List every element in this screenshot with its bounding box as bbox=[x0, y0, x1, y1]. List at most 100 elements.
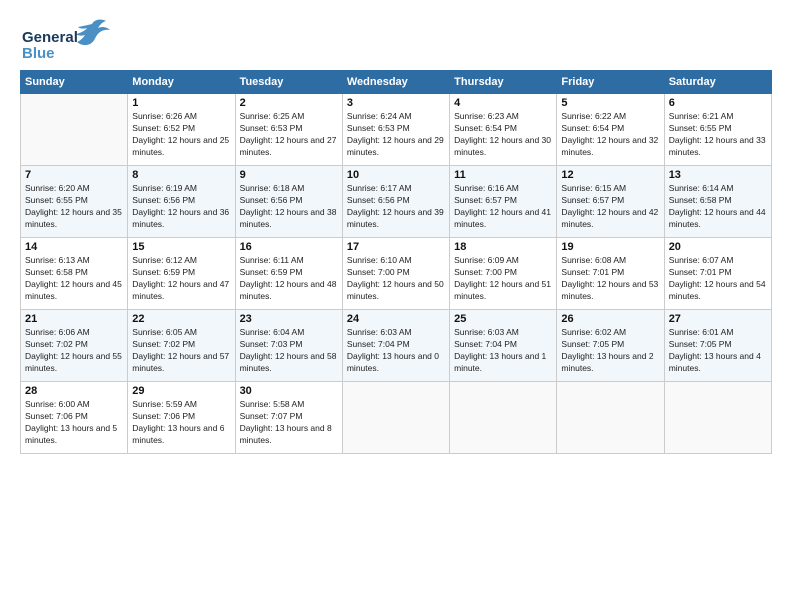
day-number: 4 bbox=[454, 97, 552, 109]
calendar-cell bbox=[557, 382, 664, 454]
day-number: 21 bbox=[25, 313, 123, 325]
calendar-table: SundayMondayTuesdayWednesdayThursdayFrid… bbox=[20, 70, 772, 454]
day-number: 25 bbox=[454, 313, 552, 325]
day-number: 9 bbox=[240, 169, 338, 181]
col-header-monday: Monday bbox=[128, 71, 235, 94]
calendar-cell: 1 Sunrise: 6:26 AM Sunset: 6:52 PM Dayli… bbox=[128, 94, 235, 166]
day-number: 17 bbox=[347, 241, 445, 253]
day-info: Sunrise: 6:00 AM Sunset: 7:06 PM Dayligh… bbox=[25, 399, 123, 447]
day-info: Sunrise: 6:03 AM Sunset: 7:04 PM Dayligh… bbox=[347, 327, 445, 375]
calendar-cell: 22 Sunrise: 6:05 AM Sunset: 7:02 PM Dayl… bbox=[128, 310, 235, 382]
day-info: Sunrise: 6:18 AM Sunset: 6:56 PM Dayligh… bbox=[240, 183, 338, 231]
day-info: Sunrise: 6:10 AM Sunset: 7:00 PM Dayligh… bbox=[347, 255, 445, 303]
day-number: 20 bbox=[669, 241, 767, 253]
day-info: Sunrise: 6:12 AM Sunset: 6:59 PM Dayligh… bbox=[132, 255, 230, 303]
day-info: Sunrise: 5:59 AM Sunset: 7:06 PM Dayligh… bbox=[132, 399, 230, 447]
day-number: 15 bbox=[132, 241, 230, 253]
day-info: Sunrise: 5:58 AM Sunset: 7:07 PM Dayligh… bbox=[240, 399, 338, 447]
day-number: 14 bbox=[25, 241, 123, 253]
calendar-cell: 10 Sunrise: 6:17 AM Sunset: 6:56 PM Dayl… bbox=[342, 166, 449, 238]
day-number: 24 bbox=[347, 313, 445, 325]
calendar-cell: 23 Sunrise: 6:04 AM Sunset: 7:03 PM Dayl… bbox=[235, 310, 342, 382]
day-info: Sunrise: 6:13 AM Sunset: 6:58 PM Dayligh… bbox=[25, 255, 123, 303]
calendar-cell: 24 Sunrise: 6:03 AM Sunset: 7:04 PM Dayl… bbox=[342, 310, 449, 382]
day-number: 22 bbox=[132, 313, 230, 325]
day-number: 27 bbox=[669, 313, 767, 325]
day-info: Sunrise: 6:05 AM Sunset: 7:02 PM Dayligh… bbox=[132, 327, 230, 375]
calendar-cell: 19 Sunrise: 6:08 AM Sunset: 7:01 PM Dayl… bbox=[557, 238, 664, 310]
svg-text:Blue: Blue bbox=[22, 45, 55, 62]
day-number: 1 bbox=[132, 97, 230, 109]
day-info: Sunrise: 6:15 AM Sunset: 6:57 PM Dayligh… bbox=[561, 183, 659, 231]
calendar-cell: 7 Sunrise: 6:20 AM Sunset: 6:55 PM Dayli… bbox=[21, 166, 128, 238]
calendar-cell: 2 Sunrise: 6:25 AM Sunset: 6:53 PM Dayli… bbox=[235, 94, 342, 166]
day-info: Sunrise: 6:16 AM Sunset: 6:57 PM Dayligh… bbox=[454, 183, 552, 231]
calendar-cell bbox=[21, 94, 128, 166]
calendar-cell: 6 Sunrise: 6:21 AM Sunset: 6:55 PM Dayli… bbox=[664, 94, 771, 166]
day-info: Sunrise: 6:06 AM Sunset: 7:02 PM Dayligh… bbox=[25, 327, 123, 375]
day-info: Sunrise: 6:14 AM Sunset: 6:58 PM Dayligh… bbox=[669, 183, 767, 231]
day-info: Sunrise: 6:20 AM Sunset: 6:55 PM Dayligh… bbox=[25, 183, 123, 231]
calendar-cell: 28 Sunrise: 6:00 AM Sunset: 7:06 PM Dayl… bbox=[21, 382, 128, 454]
calendar-cell: 27 Sunrise: 6:01 AM Sunset: 7:05 PM Dayl… bbox=[664, 310, 771, 382]
calendar-cell: 8 Sunrise: 6:19 AM Sunset: 6:56 PM Dayli… bbox=[128, 166, 235, 238]
calendar-cell: 20 Sunrise: 6:07 AM Sunset: 7:01 PM Dayl… bbox=[664, 238, 771, 310]
calendar-cell bbox=[450, 382, 557, 454]
day-number: 29 bbox=[132, 385, 230, 397]
calendar-cell: 5 Sunrise: 6:22 AM Sunset: 6:54 PM Dayli… bbox=[557, 94, 664, 166]
day-info: Sunrise: 6:17 AM Sunset: 6:56 PM Dayligh… bbox=[347, 183, 445, 231]
calendar-cell: 25 Sunrise: 6:03 AM Sunset: 7:04 PM Dayl… bbox=[450, 310, 557, 382]
day-number: 12 bbox=[561, 169, 659, 181]
header: General Blue bbox=[20, 16, 772, 62]
calendar-cell: 13 Sunrise: 6:14 AM Sunset: 6:58 PM Dayl… bbox=[664, 166, 771, 238]
day-info: Sunrise: 6:08 AM Sunset: 7:01 PM Dayligh… bbox=[561, 255, 659, 303]
day-info: Sunrise: 6:01 AM Sunset: 7:05 PM Dayligh… bbox=[669, 327, 767, 375]
day-number: 10 bbox=[347, 169, 445, 181]
day-number: 30 bbox=[240, 385, 338, 397]
day-info: Sunrise: 6:21 AM Sunset: 6:55 PM Dayligh… bbox=[669, 111, 767, 159]
day-number: 5 bbox=[561, 97, 659, 109]
calendar-cell: 15 Sunrise: 6:12 AM Sunset: 6:59 PM Dayl… bbox=[128, 238, 235, 310]
col-header-thursday: Thursday bbox=[450, 71, 557, 94]
day-number: 8 bbox=[132, 169, 230, 181]
day-number: 2 bbox=[240, 97, 338, 109]
day-info: Sunrise: 6:25 AM Sunset: 6:53 PM Dayligh… bbox=[240, 111, 338, 159]
calendar-cell: 9 Sunrise: 6:18 AM Sunset: 6:56 PM Dayli… bbox=[235, 166, 342, 238]
col-header-tuesday: Tuesday bbox=[235, 71, 342, 94]
day-number: 28 bbox=[25, 385, 123, 397]
calendar-cell: 30 Sunrise: 5:58 AM Sunset: 7:07 PM Dayl… bbox=[235, 382, 342, 454]
calendar-cell: 12 Sunrise: 6:15 AM Sunset: 6:57 PM Dayl… bbox=[557, 166, 664, 238]
calendar-cell bbox=[342, 382, 449, 454]
day-info: Sunrise: 6:23 AM Sunset: 6:54 PM Dayligh… bbox=[454, 111, 552, 159]
calendar-cell bbox=[664, 382, 771, 454]
calendar-cell: 16 Sunrise: 6:11 AM Sunset: 6:59 PM Dayl… bbox=[235, 238, 342, 310]
day-number: 19 bbox=[561, 241, 659, 253]
day-number: 13 bbox=[669, 169, 767, 181]
day-info: Sunrise: 6:09 AM Sunset: 7:00 PM Dayligh… bbox=[454, 255, 552, 303]
day-number: 23 bbox=[240, 313, 338, 325]
calendar-cell: 14 Sunrise: 6:13 AM Sunset: 6:58 PM Dayl… bbox=[21, 238, 128, 310]
calendar-cell: 11 Sunrise: 6:16 AM Sunset: 6:57 PM Dayl… bbox=[450, 166, 557, 238]
day-info: Sunrise: 6:22 AM Sunset: 6:54 PM Dayligh… bbox=[561, 111, 659, 159]
svg-text:General: General bbox=[22, 29, 78, 46]
col-header-friday: Friday bbox=[557, 71, 664, 94]
day-info: Sunrise: 6:07 AM Sunset: 7:01 PM Dayligh… bbox=[669, 255, 767, 303]
day-number: 11 bbox=[454, 169, 552, 181]
day-number: 7 bbox=[25, 169, 123, 181]
day-info: Sunrise: 6:03 AM Sunset: 7:04 PM Dayligh… bbox=[454, 327, 552, 375]
calendar-cell: 3 Sunrise: 6:24 AM Sunset: 6:53 PM Dayli… bbox=[342, 94, 449, 166]
day-info: Sunrise: 6:26 AM Sunset: 6:52 PM Dayligh… bbox=[132, 111, 230, 159]
calendar-cell: 17 Sunrise: 6:10 AM Sunset: 7:00 PM Dayl… bbox=[342, 238, 449, 310]
col-header-wednesday: Wednesday bbox=[342, 71, 449, 94]
calendar-cell: 29 Sunrise: 5:59 AM Sunset: 7:06 PM Dayl… bbox=[128, 382, 235, 454]
calendar-cell: 18 Sunrise: 6:09 AM Sunset: 7:00 PM Dayl… bbox=[450, 238, 557, 310]
day-info: Sunrise: 6:02 AM Sunset: 7:05 PM Dayligh… bbox=[561, 327, 659, 375]
day-number: 18 bbox=[454, 241, 552, 253]
col-header-saturday: Saturday bbox=[664, 71, 771, 94]
logo: General Blue bbox=[20, 16, 110, 62]
day-info: Sunrise: 6:19 AM Sunset: 6:56 PM Dayligh… bbox=[132, 183, 230, 231]
day-info: Sunrise: 6:11 AM Sunset: 6:59 PM Dayligh… bbox=[240, 255, 338, 303]
calendar-cell: 4 Sunrise: 6:23 AM Sunset: 6:54 PM Dayli… bbox=[450, 94, 557, 166]
calendar-cell: 21 Sunrise: 6:06 AM Sunset: 7:02 PM Dayl… bbox=[21, 310, 128, 382]
day-info: Sunrise: 6:24 AM Sunset: 6:53 PM Dayligh… bbox=[347, 111, 445, 159]
